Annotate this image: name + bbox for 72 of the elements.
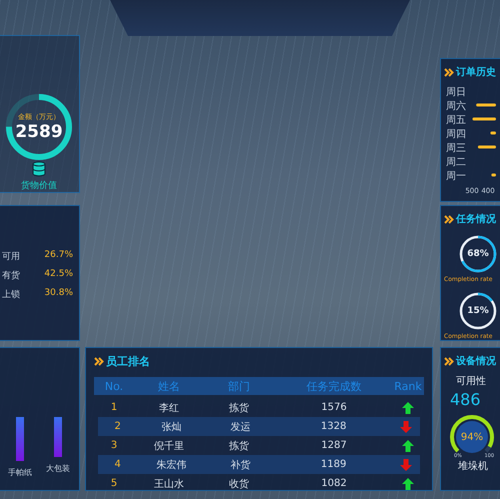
completion-ring-gauge [458, 291, 498, 331]
availability-count: 486 [450, 390, 481, 409]
rank-number: 5 [110, 478, 118, 489]
bar [478, 146, 496, 148]
table-cell-text: 收货 [228, 478, 250, 490]
bar [490, 132, 496, 134]
status-label: 上锁 [2, 288, 20, 301]
percent-value: 15% [467, 306, 489, 316]
bar-label: 大包装 [46, 463, 70, 474]
table-row[interactable]: 3 倪千里 拣货 1287 [94, 436, 424, 455]
table-cell-text: 王山水 [153, 478, 185, 490]
value-ring-gauge [4, 92, 74, 162]
chevrons-icon [94, 357, 104, 366]
chevrons-icon [444, 68, 454, 76]
table-cell-text: 发运 [229, 420, 252, 434]
percent-value: 68% [467, 248, 489, 258]
amount-value: 2589 [15, 122, 63, 142]
status-label: 有货 [2, 270, 20, 282]
rank-number: 4 [113, 459, 122, 470]
panel-title: 员工排名 [106, 354, 150, 369]
status-percent: 30.8% [44, 288, 73, 300]
table-cell-text: 李红 [158, 402, 180, 414]
table-row[interactable]: 2 张灿 发运 1328 [98, 417, 420, 436]
rank-number: 3 [110, 440, 118, 451]
database-icon [31, 161, 47, 177]
rank-number: 2 [113, 421, 122, 432]
bar-label: 手帕纸 [8, 467, 32, 478]
table-cell-text: 拣货 [228, 402, 250, 414]
column-header: 姓名 [157, 378, 181, 394]
bar [54, 417, 62, 457]
rank-number: 1 [110, 402, 118, 413]
column-header: 部门 [227, 378, 251, 394]
column-header: No. [104, 380, 124, 392]
column-header: Rank [394, 380, 422, 392]
table-row[interactable]: 1 李红 拣货 1576 [94, 398, 424, 417]
completion-ring-gauge [458, 234, 498, 274]
axis-label: 周一 [446, 171, 466, 182]
table-row[interactable]: 4 朱宏伟 补货 1189 [98, 455, 420, 474]
bar [472, 118, 496, 120]
table-cell-text: 拣货 [228, 440, 250, 452]
chevrons-icon [444, 214, 454, 224]
table-cell-text: 补货 [229, 458, 252, 472]
chevrons-icon [444, 356, 454, 366]
table-cell-text: 1328 [320, 421, 348, 432]
equipment-caption: 堆垛机 [458, 460, 488, 473]
panel-title: 任务情况 [456, 212, 496, 226]
table-cell-text: 朱宏伟 [156, 458, 188, 472]
table-cell-text: 1189 [320, 459, 348, 470]
table-cell-text: 倪千里 [153, 440, 185, 452]
availability-label: 可用性 [456, 374, 486, 388]
table-cell-text: 张灿 [160, 420, 183, 434]
axis-label: 周日 [446, 87, 466, 98]
bar [16, 417, 24, 461]
axis-label: 周四 [446, 129, 466, 140]
axis-label: 周三 [446, 143, 466, 154]
panel-title: 订单历史 [456, 66, 496, 79]
status-label: 可用 [2, 251, 20, 263]
cargo-value-caption: 货物价值 [21, 180, 57, 192]
status-percent: 26.7% [44, 250, 73, 262]
table-cell-text: 1082 [320, 478, 348, 489]
axis-label: 周二 [446, 157, 466, 168]
bar [476, 104, 496, 106]
table-cell-text: 1287 [320, 440, 348, 451]
column-header: 任务完成数 [306, 378, 362, 394]
bar [491, 174, 496, 176]
axis-label: 周六 [446, 101, 466, 112]
axis-label: 周五 [446, 115, 466, 126]
status-percent: 42.5% [44, 269, 73, 281]
gauge-value: 94% [460, 432, 484, 442]
table-cell-text: 1576 [320, 402, 348, 413]
panel-title: 设备情况 [456, 354, 496, 368]
table-row[interactable]: 5 王山水 收货 1082 [94, 474, 424, 490]
